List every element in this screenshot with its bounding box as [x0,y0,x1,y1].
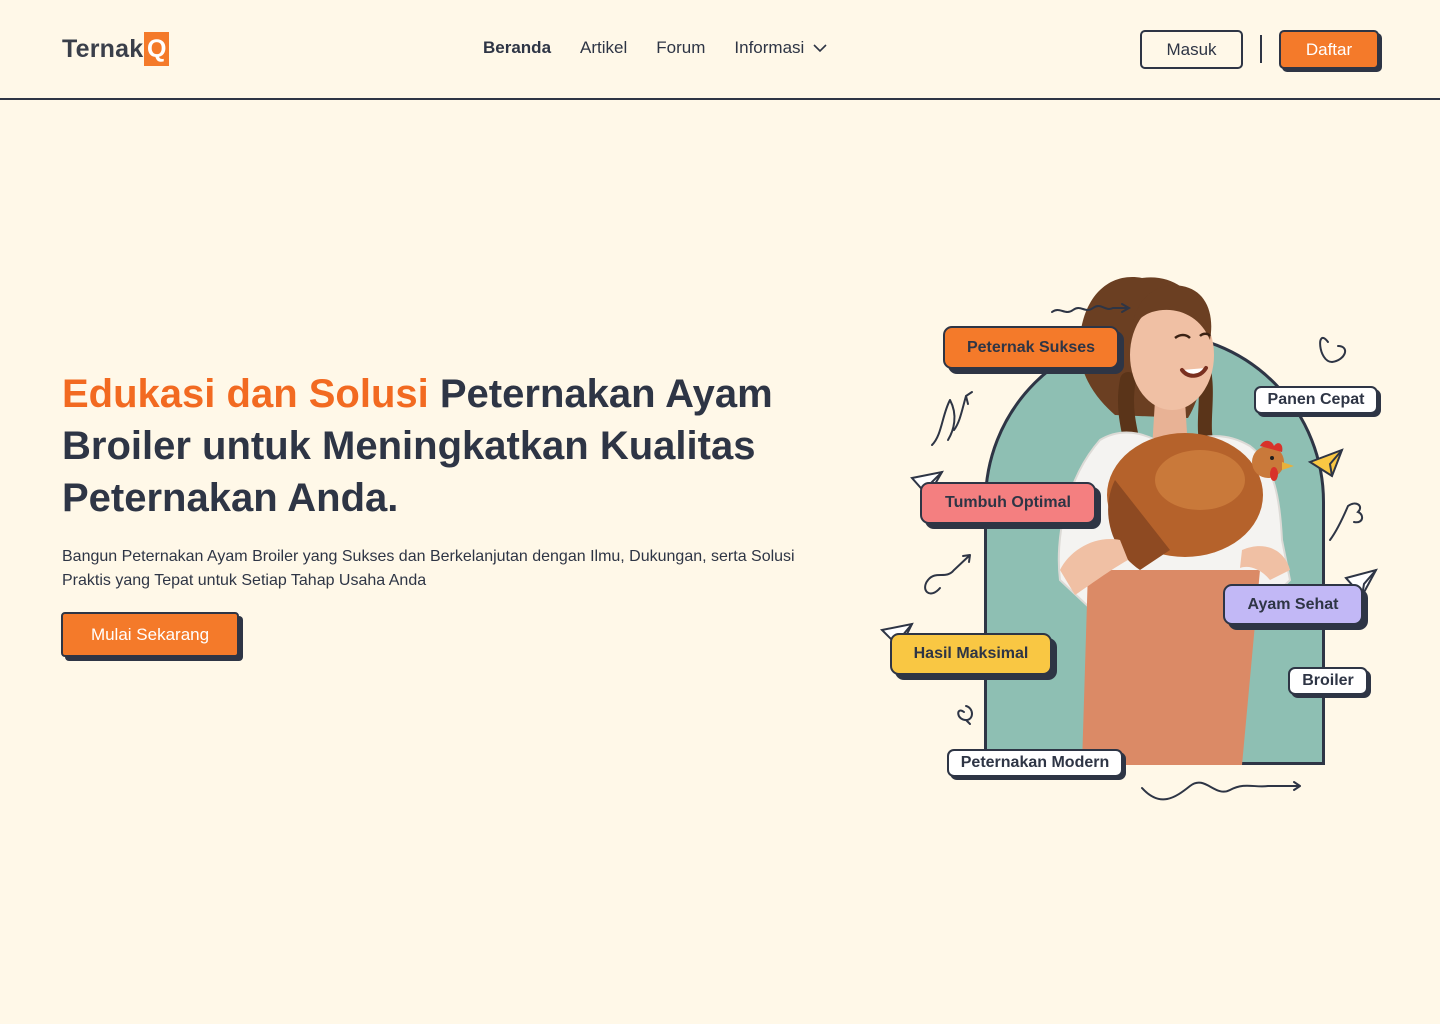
get-started-button[interactable]: Mulai Sekarang [61,612,239,657]
site-header: Ternak Q Beranda Artikel Forum Informasi … [0,0,1440,100]
nav-informasi-label: Informasi [734,38,805,57]
logo[interactable]: Ternak Q [62,32,170,66]
hero-subtitle: Bangun Peternakan Ayam Broiler yang Suks… [62,548,795,589]
tag-hasil-maksimal: Hasil Maksimal [890,633,1052,675]
chevron-down-icon [813,44,827,53]
header-divider [1260,35,1262,63]
tag-peternakan-modern: Peternakan Modern [947,749,1123,777]
tag-broiler: Broiler [1288,667,1368,695]
tag-tumbuh-optimal: Tumbuh Optimal [920,482,1096,524]
hero-title: Edukasi dan Solusi Peternakan Ayam Broil… [62,368,822,524]
login-button[interactable]: Masuk [1140,30,1243,69]
logo-text: Ternak [62,34,144,63]
tag-ayam-sehat: Ayam Sehat [1223,584,1363,625]
hero-illustration: Peternak Sukses Panen Cepat Tumbuh Optim… [870,250,1400,820]
main-nav: Beranda Artikel Forum Informasi [483,38,828,58]
register-button[interactable]: Daftar [1279,30,1379,69]
nav-forum[interactable]: Forum [656,38,705,58]
nav-beranda[interactable]: Beranda [483,38,551,58]
nav-informasi[interactable]: Informasi [734,38,828,58]
tag-peternak-sukses: Peternak Sukses [943,326,1119,369]
hero-title-accent: Edukasi dan Solusi [62,372,429,416]
tag-panen-cepat: Panen Cepat [1254,386,1378,414]
logo-mark: Q [144,32,170,66]
nav-artikel[interactable]: Artikel [580,38,627,58]
